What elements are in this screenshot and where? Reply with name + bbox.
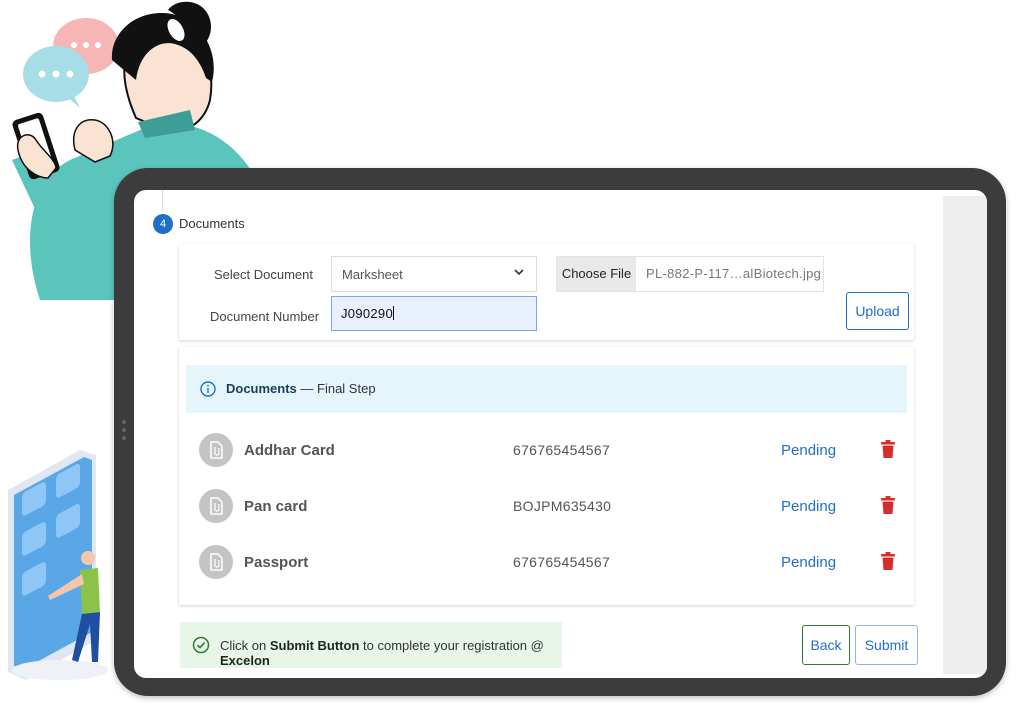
document-number-input[interactable]: J090290 [331,296,537,331]
info-banner: Documents — Final Step [186,365,907,413]
document-row: Pan card BOJPM635430 Pending [179,483,914,531]
document-row: Addhar Card 676765454567 Pending [179,427,914,475]
document-number-label: Document Number [210,309,320,324]
document-avatar [199,545,233,579]
upload-button[interactable]: Upload [846,292,909,330]
alert-message: Click on Submit Button to complete your … [220,638,544,668]
document-status[interactable]: Pending [781,442,836,459]
stepper-connector [162,190,163,212]
document-number: BOJPM635430 [513,498,612,514]
trash-icon[interactable] [881,552,895,570]
selected-file-name: PL-882-P-117…alBiotech.jpg [646,266,822,281]
file-input[interactable]: Choose File PL-882-P-117…alBiotech.jpg [556,256,824,292]
scrollbar-track[interactable] [943,196,987,674]
document-number: 676765454567 [513,554,611,570]
file-icon [210,553,223,571]
document-name: Passport [244,554,309,571]
registration-screen: 4 Documents Select Document Marksheet Do… [134,190,987,678]
document-avatar [199,433,233,467]
document-type-value: Marksheet [342,267,403,282]
document-status[interactable]: Pending [781,554,836,571]
check-circle-icon [192,636,210,654]
document-type-select[interactable]: Marksheet [331,256,537,292]
chevron-down-icon [514,269,524,276]
speech-bubble-icon [23,18,119,108]
document-number-value: J090290 [341,306,394,321]
document-status[interactable]: Pending [781,498,836,515]
document-avatar [199,489,233,523]
document-form-card: Select Document Marksheet Document Numbe… [179,244,914,340]
back-button[interactable]: Back [802,625,850,665]
success-alert: Click on Submit Button to complete your … [180,622,562,668]
info-circle-icon [200,381,216,397]
trash-icon[interactable] [881,440,895,458]
file-icon [210,441,223,459]
file-icon [210,497,223,515]
choose-file-button[interactable]: Choose File [557,257,636,291]
step-title: Documents [179,216,245,231]
submit-button[interactable]: Submit [855,625,918,665]
trash-icon[interactable] [881,496,895,514]
info-banner-text: Documents — Final Step [226,381,376,396]
phone-user-illustration [8,450,108,680]
select-document-label: Select Document [214,267,313,282]
document-number: 676765454567 [513,442,611,458]
tablet-side-button [121,420,127,446]
step-number-badge: 4 [153,214,173,234]
document-name: Pan card [244,498,308,515]
document-row: Passport 676765454567 Pending [179,539,914,587]
document-name: Addhar Card [244,442,335,459]
documents-list-card: Documents — Final Step Addhar Card 67676… [179,347,914,605]
